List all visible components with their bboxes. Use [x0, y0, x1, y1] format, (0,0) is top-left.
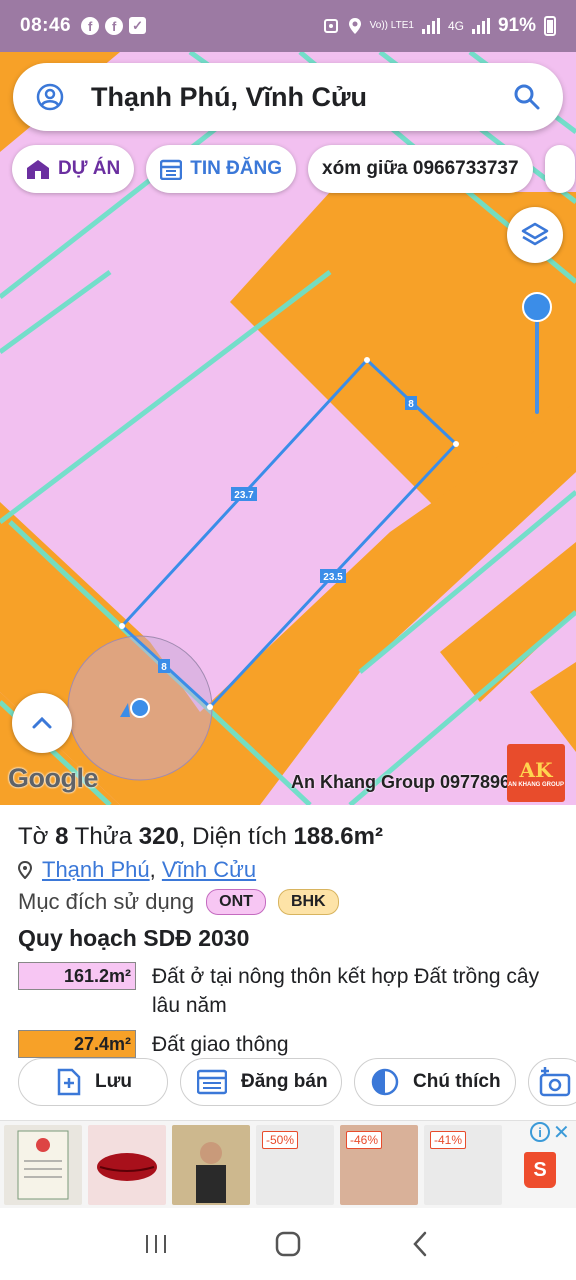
opacity-slider-handle[interactable] — [522, 292, 552, 322]
notification-icons: f f ✓ — [81, 17, 147, 35]
ward-link[interactable]: Thạnh Phú — [42, 857, 150, 882]
ad-discount-3: -41% — [430, 1130, 467, 1149]
search-title[interactable]: Thạnh Phú, Vĩnh Cửu — [91, 82, 513, 113]
ad-item-skin[interactable]: -46% — [340, 1124, 418, 1205]
listing-chip[interactable]: TIN ĐĂNG — [146, 145, 297, 193]
back-icon — [413, 1231, 427, 1257]
post-sale-button[interactable]: Đăng bán — [180, 1058, 342, 1106]
chevron-up-icon — [32, 716, 52, 729]
opacity-slider-track[interactable] — [535, 306, 539, 414]
note-chip[interactable]: xóm giữa 0966733737 — [308, 145, 533, 193]
overflow-chip[interactable] — [544, 145, 575, 193]
ad-item-document-2[interactable]: -41% — [424, 1124, 502, 1205]
sheet-label: Tờ — [18, 823, 49, 850]
home-icon — [275, 1231, 301, 1257]
plan-row-residential: 161.2m² Đất ở tại nông thôn kết hợp Đất … — [18, 962, 558, 1020]
location-row: Thạnh Phú, Vĩnh Cửu — [18, 857, 558, 883]
edge-label-left: 23.7 — [234, 490, 254, 501]
map-pin-icon — [18, 861, 32, 879]
listing-icon — [197, 1069, 227, 1095]
battery-icon — [544, 16, 556, 36]
volte-label: Vo)) LTE1 — [369, 20, 414, 31]
battery-percent: 91% — [497, 15, 536, 36]
save-button[interactable]: Lưu — [18, 1058, 168, 1106]
shopee-bag-icon[interactable]: S — [524, 1152, 556, 1188]
post-sale-label: Đăng bán — [241, 1071, 328, 1092]
building-icon — [26, 158, 50, 180]
network-type: 4G — [447, 19, 464, 33]
ad-info-icon[interactable]: i — [530, 1122, 550, 1142]
legend-label: Chú thích — [413, 1071, 501, 1092]
recent-apps-button[interactable] — [136, 1224, 176, 1264]
project-chip-label: DỰ ÁN — [58, 158, 121, 179]
alarm-icon — [323, 19, 338, 33]
expand-up-button[interactable] — [12, 693, 72, 753]
google-logo: Google — [8, 763, 99, 793]
home-button[interactable] — [268, 1224, 308, 1264]
plan-row-road: 27.4m² Đất giao thông — [18, 1030, 558, 1059]
plan-label-road: Đất giao thông — [152, 1033, 289, 1056]
contrast-icon — [371, 1068, 399, 1096]
search-icon[interactable] — [513, 83, 541, 111]
parcel-area: 188.6m² — [293, 823, 383, 850]
purpose-label: Mục đích sử dụng — [18, 889, 195, 914]
status-right: Vo)) LTE1 4G 91% — [322, 15, 556, 37]
ad-discount-1: -50% — [262, 1130, 299, 1149]
edge-label-right: 23.5 — [323, 572, 343, 583]
filter-chips: DỰ ÁN TIN ĐĂNG xóm giữa 0966733737 — [12, 145, 576, 193]
edge-label-top: 8 — [408, 399, 414, 410]
an-khang-logo: AK AN KHANG GROUP — [507, 744, 565, 802]
lot-label: Thửa — [74, 823, 133, 850]
listing-chip-label: TIN ĐĂNG — [190, 158, 283, 179]
sheet-number: 8 — [55, 823, 69, 850]
layers-icon — [521, 222, 549, 246]
search-bar[interactable]: Thạnh Phú, Vĩnh Cửu — [13, 63, 563, 131]
area-label: Diện tích — [192, 823, 287, 850]
ad-item-lipstick[interactable] — [88, 1124, 166, 1205]
plan-area-residential: 161.2m² — [18, 962, 136, 990]
ad-banner[interactable]: -50% -46% -41% — [0, 1120, 576, 1208]
ad-discount-2: -46% — [346, 1130, 383, 1149]
recent-apps-icon — [146, 1235, 166, 1253]
ad-item-document-1[interactable]: -50% — [256, 1124, 334, 1205]
plan-area-road: 27.4m² — [18, 1030, 136, 1058]
layers-button[interactable] — [507, 207, 563, 263]
signal-icon — [421, 18, 440, 34]
edge-label-bottom: 8 — [161, 662, 167, 673]
note-chip-label: xóm giữa 0966733737 — [322, 158, 519, 179]
action-buttons: Lưu Đăng bán Chú thích — [18, 1058, 576, 1106]
plan-title: Quy hoạch SDĐ 2030 — [18, 925, 250, 951]
location-icon — [348, 18, 361, 34]
my-location-dot — [130, 698, 150, 718]
status-time: 08:46 — [20, 15, 72, 36]
purpose-badge-ont[interactable]: ONT — [206, 889, 266, 915]
status-bar: 08:46 f f ✓ Vo)) LTE1 4G 91% — [0, 0, 576, 52]
system-nav-bar — [0, 1208, 576, 1280]
ad-item-certificate[interactable] — [4, 1124, 82, 1205]
plan-label-residential: Đất ở tại nông thôn kết hợp Đất trồng câ… — [152, 965, 540, 1017]
add-photo-button[interactable] — [528, 1058, 576, 1106]
purpose-badge-bhk[interactable]: BHK — [277, 889, 339, 915]
add-photo-icon — [539, 1067, 571, 1097]
ak-logo-text: AK — [519, 758, 553, 782]
facebook-icon: f — [81, 17, 100, 35]
user-circle-icon[interactable] — [35, 82, 65, 112]
lot-number: 320 — [138, 823, 179, 850]
facebook-icon-2: f — [105, 17, 124, 35]
purpose-row: Mục đích sử dụng ONT BHK — [18, 889, 558, 915]
calendar-icon — [160, 158, 183, 180]
save-button-label: Lưu — [95, 1071, 132, 1092]
ad-close-icon[interactable]: ✕ — [553, 1120, 570, 1145]
add-file-icon — [57, 1068, 81, 1096]
back-button[interactable] — [400, 1224, 440, 1264]
ak-logo-subtext: AN KHANG GROUP — [507, 782, 564, 788]
district-link[interactable]: Vĩnh Cửu — [162, 857, 256, 882]
legend-button[interactable]: Chú thích — [354, 1058, 516, 1106]
project-chip[interactable]: DỰ ÁN — [12, 145, 135, 193]
watermark-text: An Khang Group 0977896 — [291, 772, 511, 792]
signal-icon-2 — [471, 18, 490, 34]
parcel-title: Tờ 8 Thửa 320, Diện tích 188.6m² — [18, 823, 383, 850]
checkbox-app-icon: ✓ — [129, 17, 147, 34]
ad-item-person[interactable] — [172, 1124, 250, 1205]
